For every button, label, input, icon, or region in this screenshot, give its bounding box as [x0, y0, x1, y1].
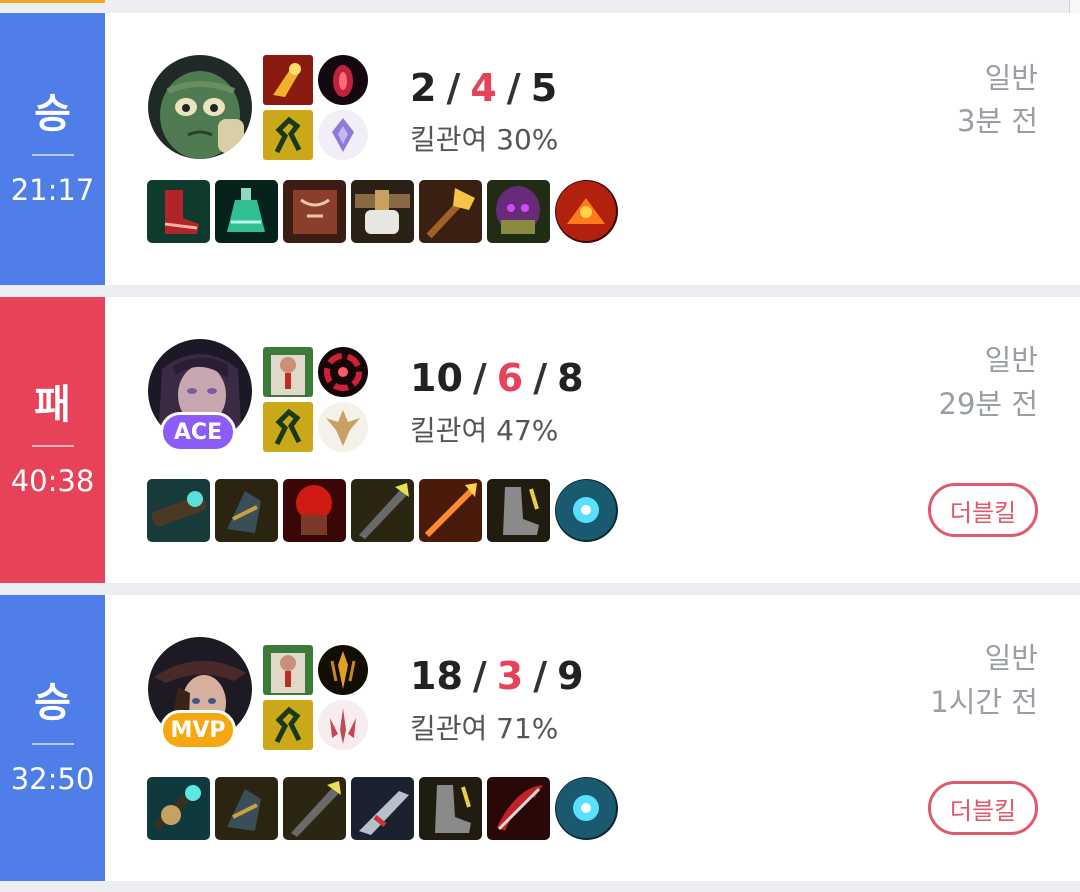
time-ago: 1시간 전: [930, 685, 1038, 719]
oracle-lens-icon[interactable]: [555, 180, 618, 243]
result-label: 승: [34, 90, 71, 137]
mvp-badge: MVP: [160, 710, 236, 750]
divider: [31, 742, 74, 745]
deaths: 3: [496, 654, 524, 698]
time-ago: 29분 전: [938, 387, 1038, 421]
gauntlet-item-icon[interactable]: [215, 479, 278, 542]
hurricane-item-icon[interactable]: [147, 777, 210, 840]
game-duration: 40:38: [10, 463, 95, 498]
ace-badge: ACE: [160, 412, 236, 452]
double-kill-badge: 더블킬: [928, 781, 1038, 835]
rune-sorcery-icon[interactable]: [318, 110, 368, 160]
kda-separator: /: [472, 654, 487, 698]
kda-separator: /: [446, 66, 461, 110]
item-list: [147, 479, 618, 542]
kda-separator: /: [506, 66, 521, 110]
greaves-item-icon[interactable]: [419, 777, 482, 840]
game-duration: 21:17: [10, 172, 95, 207]
assists: 9: [557, 654, 584, 698]
spell-ghost-icon[interactable]: [263, 402, 313, 452]
spell-ghost-icon[interactable]: [263, 110, 313, 160]
kills: 10: [410, 356, 463, 400]
rune-precision-icon[interactable]: [318, 402, 368, 452]
deaths: 4: [470, 66, 497, 110]
item-list: [147, 180, 618, 243]
gauntlet-item-icon[interactable]: [215, 777, 278, 840]
greaves-item-icon[interactable]: [487, 479, 550, 542]
spell-ghost-icon[interactable]: [263, 700, 313, 750]
kda: 18/3/9: [410, 657, 584, 695]
kill-participation: 킬관여 30%: [410, 123, 559, 156]
assists: 5: [530, 66, 558, 110]
spell-heal-icon[interactable]: [263, 347, 313, 397]
spell-heal-icon[interactable]: [263, 645, 313, 695]
divider: [31, 444, 74, 447]
mask-item-icon[interactable]: [487, 180, 550, 243]
kda-separator: /: [472, 356, 487, 400]
kill-participation: 킬관여 71%: [410, 712, 559, 745]
belt-item-icon[interactable]: [351, 180, 414, 243]
spell-ignite-icon[interactable]: [263, 55, 313, 105]
farsight-alteration-icon[interactable]: [555, 479, 618, 542]
game-mode: 일반: [984, 641, 1038, 675]
deaths: 6: [496, 356, 524, 400]
spear-item-icon[interactable]: [419, 479, 482, 542]
result-bar: 패 40:38: [0, 297, 105, 583]
kill-participation: 킬관여 47%: [410, 414, 559, 447]
golden-scepter-item-icon[interactable]: [419, 180, 482, 243]
result-bar: 승 21:17: [0, 13, 105, 285]
divider: [31, 153, 74, 156]
rune-domination-icon[interactable]: [318, 700, 368, 750]
result-label: 승: [34, 679, 71, 726]
result-bar: 승 32:50: [0, 595, 105, 881]
potion-item-icon[interactable]: [215, 180, 278, 243]
kills: 18: [410, 654, 463, 698]
match-card[interactable]: 승 21:17 2/4/5 킬관여 30% 일반 3분 전: [0, 13, 1080, 285]
kills: 2: [410, 66, 437, 110]
boots-item-icon[interactable]: [147, 180, 210, 243]
farsight-alteration-icon[interactable]: [555, 777, 618, 840]
time-ago: 3분 전: [956, 104, 1038, 138]
game-mode: 일반: [984, 61, 1038, 95]
crimson-scythe-item-icon[interactable]: [487, 777, 550, 840]
rune-electrocute-icon[interactable]: [318, 55, 368, 105]
serrated-blade-item-icon[interactable]: [351, 479, 414, 542]
silver-blade-item-icon[interactable]: [351, 777, 414, 840]
kda: 2/4/5: [410, 69, 557, 107]
result-label: 패: [34, 381, 71, 428]
assists: 8: [557, 356, 584, 400]
game-duration: 32:50: [10, 761, 95, 796]
cannon-item-icon[interactable]: [147, 479, 210, 542]
kda: 10/6/8: [410, 359, 584, 397]
item-list: [147, 777, 618, 840]
kda-separator: /: [533, 654, 548, 698]
crimson-armor-item-icon[interactable]: [283, 479, 346, 542]
rune-hail-of-blades-icon[interactable]: [318, 347, 368, 397]
match-card[interactable]: 패 40:38 ACE 10/6/8 킬관여 47% 일반 29분 전 더블킬: [0, 297, 1080, 583]
kda-separator: /: [533, 356, 548, 400]
match-card[interactable]: 승 32:50 MVP 18/3/9 킬관여 71% 일반 1시간 전 더블킬: [0, 595, 1080, 881]
champion-portrait-icon[interactable]: [148, 55, 252, 159]
tome-item-icon[interactable]: [283, 180, 346, 243]
double-kill-badge: 더블킬: [928, 483, 1038, 537]
rune-lethal-tempo-icon[interactable]: [318, 645, 368, 695]
game-mode: 일반: [984, 343, 1038, 377]
serrated-blade-item-icon[interactable]: [283, 777, 346, 840]
previous-card-accent: [0, 0, 105, 3]
